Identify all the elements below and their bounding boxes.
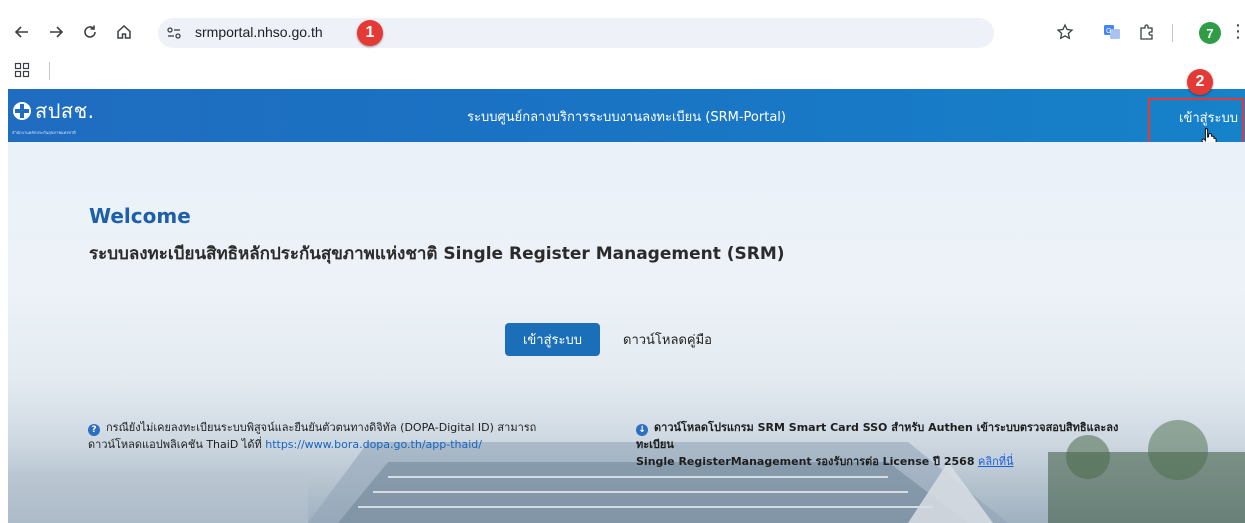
url-text[interactable]: srmportal.nhso.go.th	[195, 24, 323, 40]
translate-icon[interactable]: G	[1100, 20, 1124, 44]
site-settings-icon[interactable]	[166, 25, 182, 45]
download-circle-icon: ↓	[636, 424, 648, 436]
reload-icon[interactable]	[78, 20, 102, 44]
thaid-link[interactable]: https://www.bora.dopa.go.th/app-thaid/	[265, 438, 482, 451]
address-bar[interactable]: srmportal.nhso.go.th	[158, 18, 994, 48]
click-here-link[interactable]: คลิกที่นี่	[978, 455, 1014, 468]
smartcard-note: ↓ ดาวน์โหลดโปรแกรม SRM Smart Card SSO สำห…	[636, 419, 1156, 470]
more-menu-icon[interactable]: ⋮	[1229, 21, 1245, 42]
logo-subtitle: สำนักงานหลักประกันสุขภาพแห่งชาติ	[12, 130, 76, 135]
browser-toolbar: srmportal.nhso.go.th 1 G 7 ⋮	[0, 0, 1245, 56]
welcome-heading: Welcome	[89, 204, 191, 228]
thaid-note-line2: ดาวน์โหลดแอปพลิเคชัน ThaiD ได้ที่	[88, 438, 262, 451]
download-manual-link[interactable]: ดาวน์โหลดคู่มือ	[623, 329, 712, 350]
bookmarks-bar	[0, 56, 1245, 88]
question-circle-icon: ?	[88, 424, 100, 436]
apps-grid-icon[interactable]	[14, 62, 30, 82]
forward-arrow-icon[interactable]	[44, 20, 68, 44]
star-icon[interactable]	[1053, 20, 1077, 44]
main-content: Welcome ระบบลงทะเบียนสิทธิหลักประกันสุขภ…	[8, 142, 1245, 523]
site-title: ระบบศูนย์กลางบริการระบบงานลงทะเบียน (SRM…	[467, 110, 786, 125]
extensions-icon[interactable]	[1135, 20, 1159, 44]
smartcard-note-line1: ดาวน์โหลดโปรแกรม SRM Smart Card SSO สำหร…	[654, 421, 1119, 434]
thaid-note: ? กรณียังไม่เคยลงทะเบียนระบบพิสูจน์และยืน…	[88, 419, 618, 453]
svg-text:G: G	[1106, 28, 1111, 35]
step-marker-2: 2	[1187, 69, 1213, 95]
home-icon[interactable]	[112, 20, 136, 44]
site-header: สปสช. สำนักงานหลักประกันสุขภาพแห่งชาติ ร…	[8, 89, 1245, 142]
back-arrow-icon[interactable]	[10, 20, 34, 44]
toolbar-divider	[1172, 24, 1173, 42]
system-subtitle: ระบบลงทะเบียนสิทธิหลักประกันสุขภาพแห่งชา…	[89, 244, 785, 264]
profile-avatar[interactable]: 7	[1199, 22, 1221, 44]
smartcard-note-line2: ทะเบียน	[636, 438, 674, 451]
thaid-note-line1: กรณียังไม่เคยลงทะเบียนระบบพิสูจน์และยืนย…	[106, 421, 537, 434]
login-button[interactable]: เข้าสู่ระบบ	[505, 323, 600, 356]
smartcard-note-line3: Single RegisterManagement รองรับการต่อ L…	[636, 455, 975, 468]
bookmarks-divider	[49, 62, 50, 80]
step-marker-1: 1	[357, 20, 383, 46]
